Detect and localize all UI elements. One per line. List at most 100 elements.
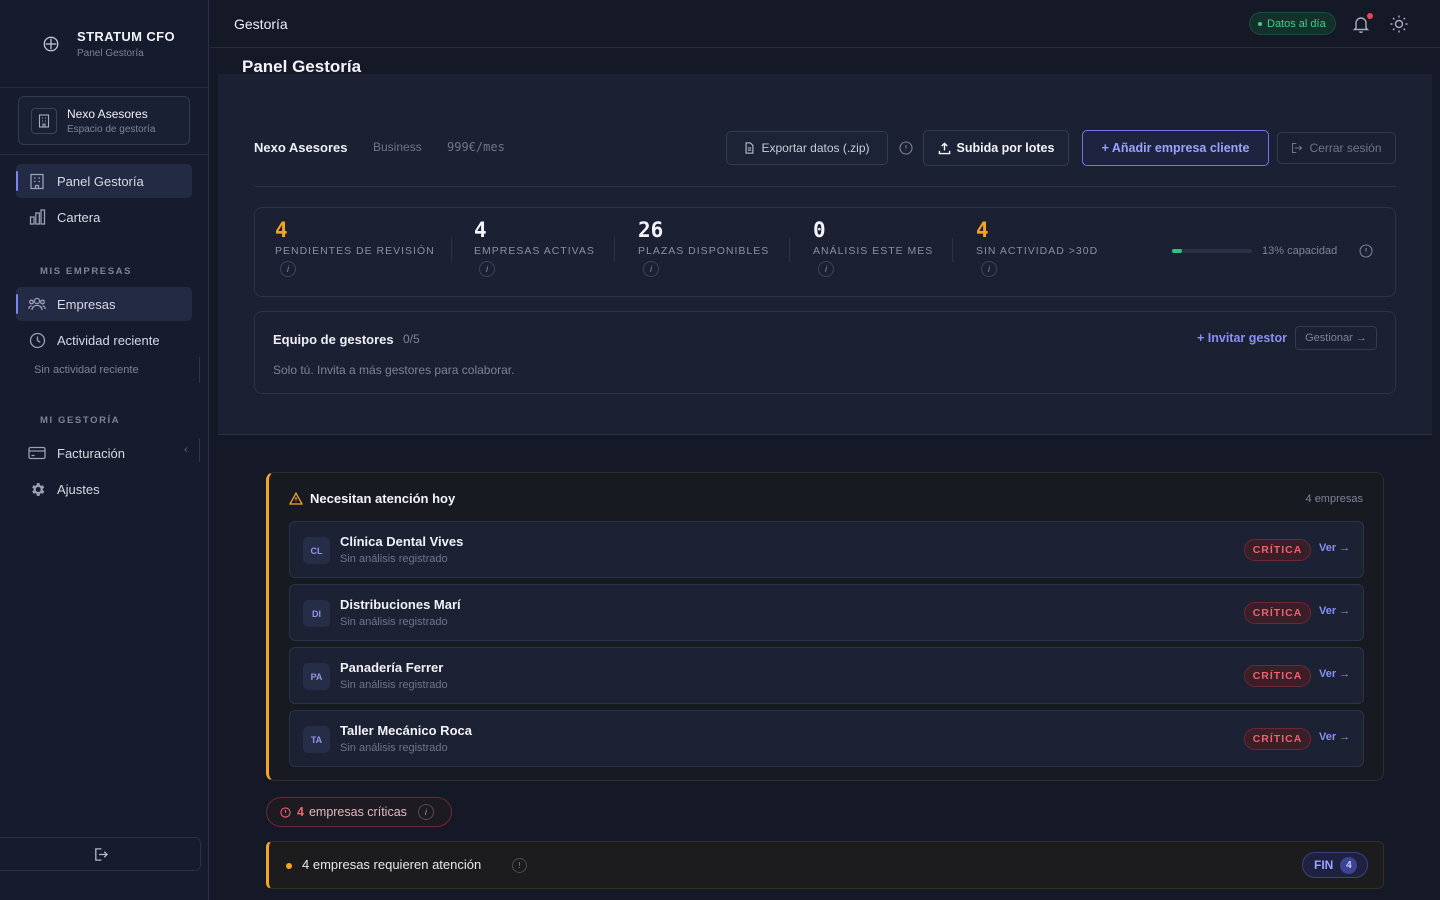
manage-team-button[interactable]: Gestionar → (1295, 326, 1377, 350)
sidebar-item-cartera[interactable]: Cartera (16, 200, 192, 234)
logout-button[interactable] (0, 837, 201, 871)
logout-icon (1292, 142, 1303, 154)
org-price: 999€/mes (447, 140, 505, 154)
brand-subtitle: Panel Gestoría (77, 47, 144, 59)
info-icon[interactable] (899, 141, 913, 155)
chevron-left-icon[interactable]: ‹ (184, 444, 188, 456)
info-icon[interactable]: i (479, 261, 495, 277)
warning-text: 4 empresas requieren atención (302, 857, 482, 872)
invite-manager-link[interactable]: + Invitar gestor (1197, 331, 1287, 345)
critical-badge: CRÍTICA (1244, 728, 1311, 750)
company-row[interactable]: TA Taller Mecánico Roca Sin análisis reg… (289, 710, 1364, 767)
brand[interactable]: STRATUM CFO Panel Gestoría (0, 0, 208, 88)
header-title: Gestoría (234, 16, 288, 32)
scroll-track (199, 438, 200, 462)
sidebar-item-label: Ajustes (57, 481, 100, 497)
users-icon (28, 295, 46, 313)
add-company-button[interactable]: + Añadir empresa cliente (1082, 130, 1269, 166)
company-row[interactable]: DI Distribuciones Marí Sin análisis regi… (289, 584, 1364, 641)
file-icon (746, 142, 754, 154)
export-label: Exportar datos (.zip) (761, 141, 870, 155)
company-name: Distribuciones Marí (340, 597, 461, 612)
info-icon[interactable]: i (981, 261, 997, 277)
company-name: Taller Mecánico Roca (340, 723, 472, 738)
critical-companies-pill[interactable]: 4 empresas críticas i (266, 797, 452, 827)
fin-filter-pill[interactable]: FIN 4 (1302, 852, 1368, 878)
sidebar-item-empresas[interactable]: Empresas (16, 287, 192, 321)
critical-badge: CRÍTICA (1244, 665, 1311, 687)
critical-label: empresas críticas (308, 805, 407, 819)
stats-card: 4 PENDIENTES DE REVISIÓN i 4 EMPRESAS AC… (254, 207, 1396, 297)
team-count: 0/5 (403, 332, 420, 346)
status-badge: Datos al día (1249, 12, 1336, 35)
building-icon (28, 172, 46, 190)
upload-icon (938, 141, 950, 154)
stat-empresas-activas: 4 EMPRESAS ACTIVAS i (474, 218, 595, 277)
stat-separator (952, 238, 953, 262)
info-icon[interactable]: i (280, 261, 296, 277)
view-link[interactable]: Ver → (1319, 731, 1350, 743)
workspace-switcher[interactable]: Nexo Asesores Espacio de gestoría (18, 96, 190, 145)
info-icon[interactable]: ! (512, 858, 527, 873)
compass-icon (43, 36, 59, 51)
sidebar-item-label: Actividad reciente (57, 332, 160, 348)
company-row[interactable]: PA Panadería Ferrer Sin análisis registr… (289, 647, 1364, 704)
attention-card: Necesitan atención hoy 4 empresas CL Clí… (266, 472, 1384, 781)
top-header: Gestoría Datos al día (210, 0, 1440, 48)
building-icon (31, 107, 57, 134)
stat-plazas: 26 PLAZAS DISPONIBLES i (638, 218, 769, 277)
stat-separator (789, 238, 790, 262)
credit-card-icon (28, 444, 46, 462)
fin-count: 4 (1340, 856, 1358, 874)
sun-icon[interactable] (1389, 14, 1409, 34)
sidebar-item-label: Panel Gestoría (57, 173, 144, 189)
attention-count: 4 empresas (1305, 493, 1363, 505)
company-name: Panadería Ferrer (340, 660, 444, 675)
company-status: Sin análisis registrado (340, 742, 448, 754)
logout-icon (94, 847, 108, 861)
stat-sin-actividad: 4 SIN ACTIVIDAD >30D i (976, 218, 1098, 277)
org-name: Nexo Asesores (254, 140, 348, 155)
info-icon[interactable]: i (643, 261, 659, 277)
export-button[interactable]: Exportar datos (.zip) (726, 131, 888, 165)
status-dot-icon (1258, 21, 1262, 26)
sidebar-item-facturacion[interactable]: Facturación (16, 436, 192, 470)
section-label-empresas: MIS EMPRESAS (40, 266, 133, 277)
stat-label: SIN ACTIVIDAD >30D (976, 245, 1099, 257)
section-label-gestoria: MI GESTORÍA (40, 415, 121, 426)
team-title: Equipo de gestores (273, 332, 394, 347)
view-link[interactable]: Ver → (1319, 605, 1350, 617)
alert-circle-icon (280, 806, 291, 818)
clock-icon (28, 331, 46, 349)
bar-chart-icon (28, 208, 46, 226)
sign-out-button[interactable]: Cerrar sesión (1277, 132, 1396, 164)
company-avatar: TA (303, 726, 330, 753)
workspace-subtitle: Espacio de gestoría (67, 123, 156, 135)
upload-label: Subida por lotes (956, 141, 1055, 155)
org-panel: Nexo Asesores Business 999€/mes Exportar… (218, 74, 1432, 435)
notification-dot (1367, 13, 1373, 19)
company-name: Clínica Dental Vives (340, 534, 464, 549)
company-avatar: PA (303, 663, 330, 690)
sidebar-item-label: Facturación (57, 445, 125, 461)
sidebar-item-panel-gestoria[interactable]: Panel Gestoría (16, 164, 192, 198)
info-icon[interactable] (1359, 244, 1373, 258)
sidebar-item-ajustes[interactable]: Ajustes (16, 472, 192, 506)
company-status: Sin análisis registrado (340, 616, 448, 628)
sidebar-item-actividad[interactable]: Actividad reciente (16, 323, 192, 357)
gear-icon (28, 480, 46, 498)
info-icon[interactable]: i (818, 261, 834, 277)
view-link[interactable]: Ver → (1319, 542, 1350, 554)
stat-value: 0 (813, 218, 826, 242)
sidebar: STRATUM CFO Panel Gestoría Nexo Asesores… (0, 0, 209, 900)
company-row[interactable]: CL Clínica Dental Vives Sin análisis reg… (289, 521, 1364, 578)
capacity-progress-bar (1172, 249, 1252, 253)
stat-label: PENDIENTES DE REVISIÓN (275, 245, 435, 257)
sidebar-item-label: Empresas (57, 296, 116, 312)
batch-upload-button[interactable]: Subida por lotes (923, 130, 1069, 166)
view-link[interactable]: Ver → (1319, 668, 1350, 680)
panel-divider (254, 186, 1396, 187)
workspace-name: Nexo Asesores (67, 106, 148, 121)
info-icon[interactable]: i (417, 804, 434, 820)
critical-badge: CRÍTICA (1244, 602, 1311, 624)
